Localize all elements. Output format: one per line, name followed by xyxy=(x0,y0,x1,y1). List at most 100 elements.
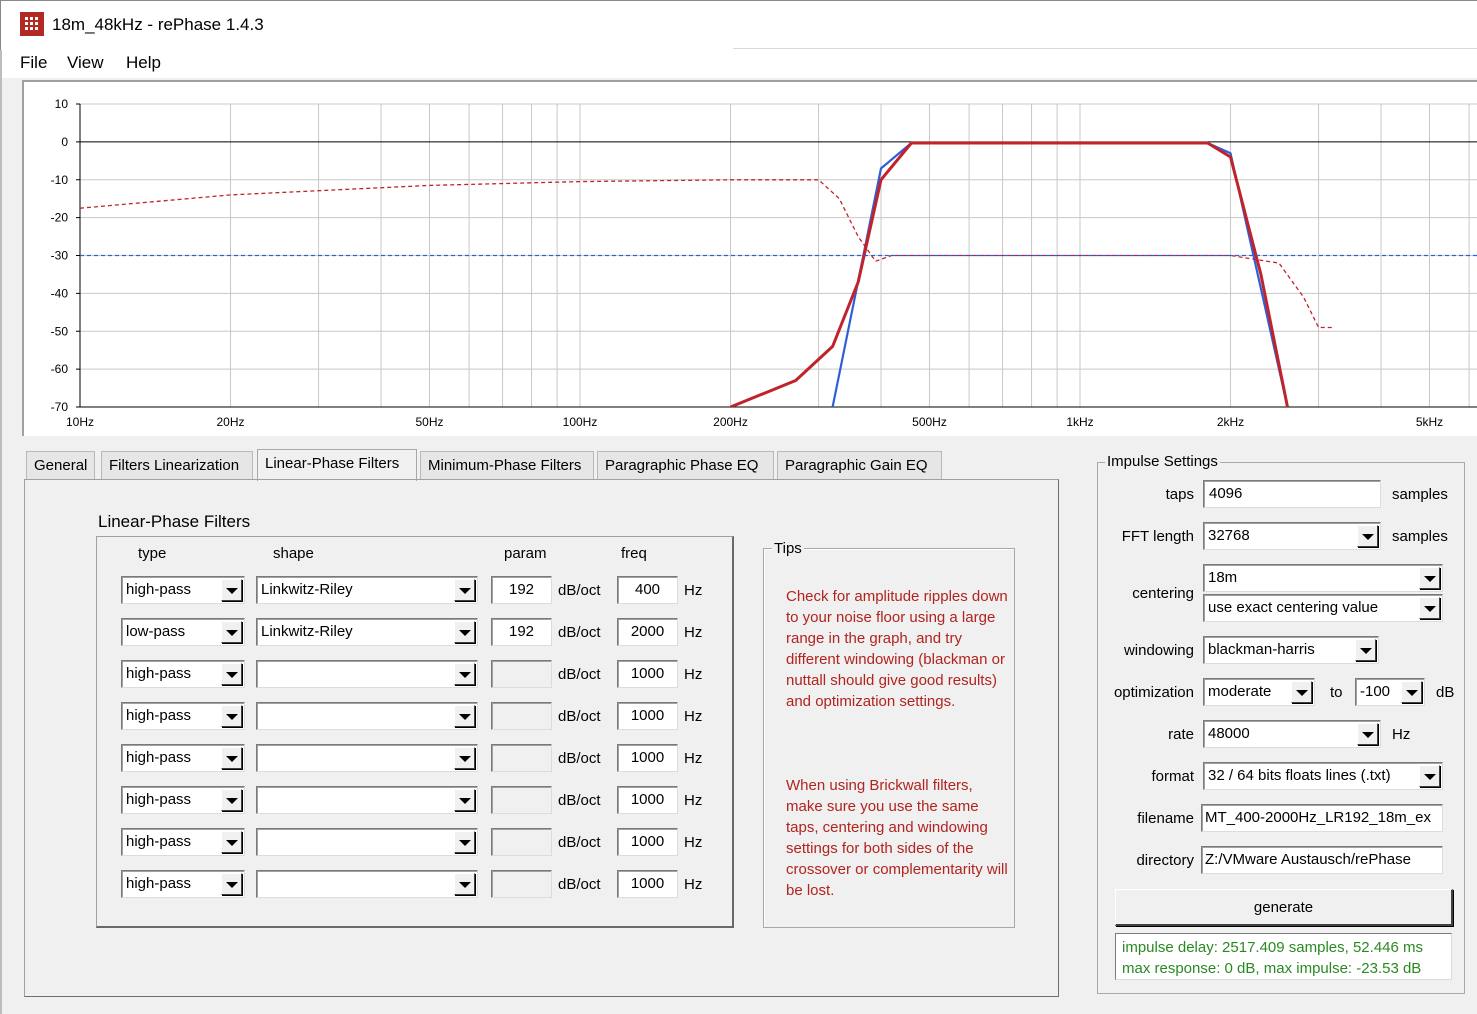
filter-type-select[interactable]: high-pass xyxy=(121,786,245,814)
response-graph[interactable]: 10 0 -10 -20 -30 -40 -50 -60 -70 10Hz 20Hz 50Hz 100H… xyxy=(22,80,1477,436)
filter-type-value: high-pass xyxy=(126,707,192,724)
windowing-select[interactable]: blackman-harris xyxy=(1203,636,1379,664)
filter-param-input[interactable] xyxy=(491,786,552,814)
param-unit: dB/oct xyxy=(558,750,601,767)
fft-length-select[interactable]: 32768 xyxy=(1203,522,1381,550)
filter-type-select[interactable]: high-pass xyxy=(121,828,245,856)
filter-type-select[interactable]: high-pass xyxy=(121,576,245,604)
chevron-down-icon[interactable] xyxy=(1419,567,1440,589)
y-tick-label: -20 xyxy=(51,211,69,225)
chevron-down-icon[interactable] xyxy=(454,663,475,685)
chevron-down-icon[interactable] xyxy=(221,663,242,685)
filter-shape-select[interactable] xyxy=(256,702,478,730)
filter-shape-select[interactable] xyxy=(256,786,478,814)
taps-input[interactable]: 4096 xyxy=(1203,480,1381,508)
filter-type-select[interactable]: high-pass xyxy=(121,702,245,730)
filter-type-select[interactable]: high-pass xyxy=(121,870,245,898)
chevron-down-icon[interactable] xyxy=(1419,765,1440,787)
filter-type-select[interactable]: low-pass xyxy=(121,618,245,646)
chevron-down-icon[interactable] xyxy=(454,579,475,601)
filter-shape-select[interactable]: Linkwitz-Riley xyxy=(256,576,478,604)
chevron-down-icon[interactable] xyxy=(454,789,475,811)
chevron-down-icon[interactable] xyxy=(221,831,242,853)
freq-unit: Hz xyxy=(684,582,703,599)
optimization-select[interactable]: moderate xyxy=(1203,678,1315,706)
series-red-solid xyxy=(729,141,1289,407)
filter-freq-input[interactable]: 1000 xyxy=(617,870,678,898)
tips-paragraph-2: When using Brickwall filters, make sure … xyxy=(786,777,1008,899)
filter-param-input[interactable] xyxy=(491,828,552,856)
tab-paragraphic-gain-eq[interactable]: Paragraphic Gain EQ xyxy=(777,451,942,479)
chevron-down-icon[interactable] xyxy=(1419,597,1440,619)
tab-general[interactable]: General xyxy=(26,451,95,479)
filter-shape-select[interactable] xyxy=(256,744,478,772)
filter-freq-input[interactable]: 1000 xyxy=(617,744,678,772)
freq-unit: Hz xyxy=(684,708,703,725)
filter-shape-select[interactable] xyxy=(256,870,478,898)
rate-unit: Hz xyxy=(1392,726,1411,743)
directory-input[interactable]: Z:/VMware Austausch/rePhase xyxy=(1201,846,1443,874)
filter-param-input[interactable] xyxy=(491,870,552,898)
format-value: 32 / 64 bits floats lines (.txt) xyxy=(1208,767,1391,784)
filter-shape-select[interactable] xyxy=(256,660,478,688)
format-select[interactable]: 32 / 64 bits floats lines (.txt) xyxy=(1203,762,1443,790)
chevron-down-icon[interactable] xyxy=(221,747,242,769)
chevron-down-icon[interactable] xyxy=(221,579,242,601)
chevron-down-icon[interactable] xyxy=(1291,681,1312,703)
optimization-db-select[interactable]: -100 xyxy=(1355,678,1425,706)
filter-param-input[interactable] xyxy=(491,744,552,772)
chevron-down-icon[interactable] xyxy=(221,873,242,895)
filter-freq-input[interactable]: 1000 xyxy=(617,828,678,856)
filter-param-input[interactable] xyxy=(491,660,552,688)
chevron-down-icon[interactable] xyxy=(221,621,242,643)
menu-file[interactable]: File xyxy=(20,53,47,73)
chevron-down-icon[interactable] xyxy=(221,789,242,811)
fft-length-label: FFT length xyxy=(1121,528,1194,545)
filter-param-input[interactable] xyxy=(491,702,552,730)
filter-freq-input[interactable]: 1000 xyxy=(617,702,678,730)
filter-freq-input[interactable]: 400 xyxy=(617,576,678,604)
chevron-down-icon[interactable] xyxy=(1357,525,1378,547)
chevron-down-icon[interactable] xyxy=(1401,681,1422,703)
taps-label: taps xyxy=(1165,486,1194,503)
filter-param-input[interactable]: 192 xyxy=(491,618,552,646)
title-separator xyxy=(733,48,1477,49)
chevron-down-icon[interactable] xyxy=(221,705,242,727)
tab-filters-linearization[interactable]: Filters Linearization xyxy=(101,451,253,479)
filter-freq-input[interactable]: 1000 xyxy=(617,786,678,814)
freq-unit: Hz xyxy=(684,792,703,809)
chevron-down-icon[interactable] xyxy=(454,747,475,769)
filter-type-select[interactable]: high-pass xyxy=(121,660,245,688)
menu-view[interactable]: View xyxy=(67,53,104,73)
filter-freq-input[interactable]: 1000 xyxy=(617,660,678,688)
filter-shape-select[interactable]: Linkwitz-Riley xyxy=(256,618,478,646)
chevron-down-icon[interactable] xyxy=(454,705,475,727)
chevron-down-icon[interactable] xyxy=(454,831,475,853)
impulse-settings-title: Impulse Settings xyxy=(1105,453,1220,470)
tab-paragraphic-phase-eq[interactable]: Paragraphic Phase EQ xyxy=(597,451,774,479)
centering-mode-select[interactable]: use exact centering value xyxy=(1203,594,1443,622)
rate-select[interactable]: 48000 xyxy=(1203,720,1381,748)
menu-help[interactable]: Help xyxy=(126,53,161,73)
centering-select[interactable]: 18m xyxy=(1203,564,1443,592)
x-tick-label: 5kHz xyxy=(1416,415,1443,429)
filter-type-select[interactable]: high-pass xyxy=(121,744,245,772)
y-tick-label: 0 xyxy=(61,135,68,149)
optimization-value: moderate xyxy=(1208,683,1272,700)
tab-minimum-phase-filters[interactable]: Minimum-Phase Filters xyxy=(420,451,594,479)
filter-shape-select[interactable] xyxy=(256,828,478,856)
chevron-down-icon[interactable] xyxy=(454,621,475,643)
filter-freq-input[interactable]: 2000 xyxy=(617,618,678,646)
chevron-down-icon[interactable] xyxy=(1355,639,1376,661)
tab-linear-phase-filters[interactable]: Linear-Phase Filters xyxy=(257,449,417,481)
freq-unit: Hz xyxy=(684,750,703,767)
header-type: type xyxy=(138,545,167,562)
generate-button[interactable]: generate xyxy=(1115,889,1453,926)
chevron-down-icon[interactable] xyxy=(1357,723,1378,745)
x-tick-label: 1kHz xyxy=(1066,415,1093,429)
y-tick-label: -40 xyxy=(51,286,69,300)
filter-param-input[interactable]: 192 xyxy=(491,576,552,604)
filter-type-value: high-pass xyxy=(126,833,192,850)
filename-input[interactable]: MT_400-2000Hz_LR192_18m_ex xyxy=(1201,804,1443,832)
chevron-down-icon[interactable] xyxy=(454,873,475,895)
